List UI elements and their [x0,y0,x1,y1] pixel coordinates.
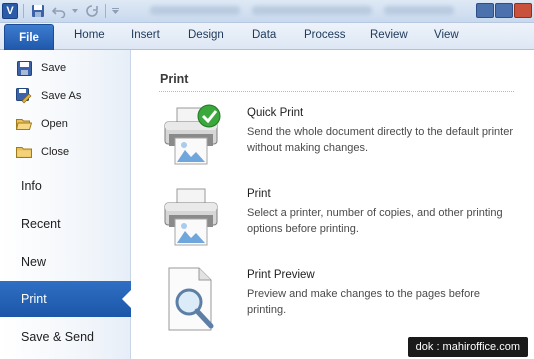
nav-item-print[interactable]: Print [0,281,131,317]
print-preview-description: Preview and make changes to the pages be… [247,288,480,316]
open-command[interactable]: Open [16,113,68,135]
printer-icon [164,188,218,246]
close-button[interactable] [514,3,532,18]
qat-separator [105,3,106,18]
redo-icon[interactable] [83,2,100,19]
nav-item-info[interactable]: Info [0,168,131,204]
close-folder-icon [16,144,32,160]
quick-print-description: Send the whole document directly to the … [247,126,513,154]
quick-print-icon [164,104,221,165]
tab-insert[interactable]: Insert [131,29,160,41]
close-command[interactable]: Close [16,141,69,163]
tab-review[interactable]: Review [370,29,408,41]
close-label: Close [41,146,70,158]
window-title-blurred [384,6,454,15]
selection-arrow [122,290,131,308]
save-icon [16,60,32,76]
ribbon-tab-bar: File Home Insert Design Data Process Rev… [0,23,534,50]
nav-item-save-send[interactable]: Save & Send [0,319,131,355]
qat-separator [23,3,24,18]
nav-item-print-label: Print [21,292,47,306]
customize-qat-icon[interactable] [111,2,119,19]
quick-access-toolbar: V [2,2,119,19]
window-title-blurred [150,6,240,15]
maximize-button[interactable] [495,3,513,18]
visio-app-icon[interactable]: V [2,2,18,19]
save-icon[interactable] [29,2,46,19]
print-description: Select a printer, number of copies, and … [247,207,503,235]
open-folder-icon [16,116,32,132]
watermark: dok : mahiroffice.com [407,337,528,357]
print-pane: Print Quick Print Send the whole documen… [131,50,534,359]
section-title: Print [160,72,189,86]
tab-design[interactable]: Design [188,29,224,41]
backstage-nav: Save Save As Open Close Info Recent New … [0,50,131,359]
tab-file[interactable]: File [4,24,54,50]
print-title: Print [247,188,271,200]
print-option[interactable]: Print Select a printer, number of copies… [159,185,519,257]
tab-view[interactable]: View [434,29,459,41]
save-label: Save [41,62,67,74]
tab-data[interactable]: Data [252,29,276,41]
print-preview-title: Print Preview [247,269,315,281]
tab-home[interactable]: Home [74,29,105,41]
section-divider [159,91,514,92]
quick-print-option[interactable]: Quick Print Send the whole document dire… [159,104,519,176]
tab-process[interactable]: Process [304,29,346,41]
quick-print-title: Quick Print [247,107,304,119]
save-command[interactable]: Save [16,57,66,79]
chevron-down-icon[interactable] [71,2,79,19]
undo-icon[interactable] [50,2,67,19]
save-as-label: Save As [41,90,82,102]
title-bar: V [0,0,534,23]
nav-item-new[interactable]: New [0,244,131,280]
print-preview-option[interactable]: Print Preview Preview and make changes t… [159,266,519,338]
nav-item-recent[interactable]: Recent [0,206,131,242]
open-label: Open [41,118,68,130]
minimize-button[interactable] [476,3,494,18]
save-as-command[interactable]: Save As [16,85,81,107]
save-as-icon [16,88,32,104]
print-preview-icon [168,267,214,331]
window-title-blurred [252,6,372,15]
